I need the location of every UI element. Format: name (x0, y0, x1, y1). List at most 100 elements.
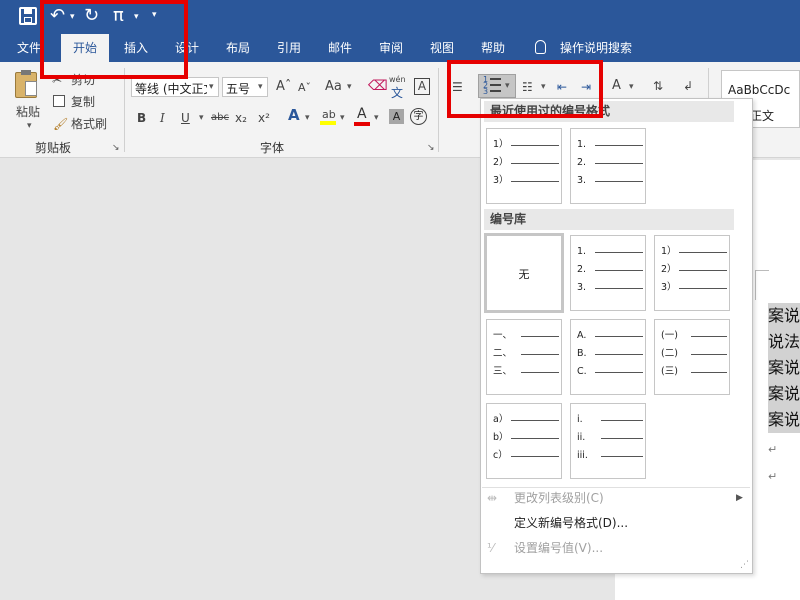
library-format-option[interactable]: (一) (二) (三) (654, 319, 730, 395)
format-painter-icon: 🖌 (53, 117, 69, 131)
save-icon[interactable] (19, 7, 37, 25)
paste-button[interactable]: 粘贴 (16, 104, 40, 120)
submenu-arrow-icon: ▶ (736, 493, 743, 503)
tab-view[interactable]: 视图 (430, 40, 454, 56)
clipboard-launcher-icon[interactable]: ↘ (112, 143, 120, 153)
marker-row: c） (493, 450, 559, 462)
phonetic-guide-icon[interactable]: wén 文 (389, 75, 409, 100)
marker-row: 2. (577, 264, 643, 276)
font-launcher-icon[interactable]: ↘ (427, 143, 435, 153)
numbering-none-option[interactable]: 无 (484, 233, 564, 313)
lightbulb-icon (535, 40, 546, 54)
library-format-option[interactable]: 一、 二、 三、 (486, 319, 562, 395)
strikethrough-button[interactable]: abc (211, 110, 229, 126)
menu-divider (482, 487, 750, 488)
doc-text-line[interactable]: 案说 (768, 407, 800, 433)
font-name-dropdown-icon[interactable]: ▾ (209, 82, 214, 92)
paste-dropdown-icon[interactable]: ▾ (27, 121, 32, 131)
marker-row: 一、 (493, 330, 559, 342)
font-size-dropdown-icon[interactable]: ▾ (258, 82, 263, 92)
define-new-format-item[interactable]: 定义新编号格式(D)... (514, 515, 628, 531)
annotation-highlight-box (40, 0, 188, 79)
annotation-highlight-box (447, 60, 603, 118)
marker-row: i. (577, 414, 643, 426)
library-format-option[interactable]: i. ii. iii. (570, 403, 646, 479)
doc-text-line[interactable]: 说法 (768, 329, 800, 355)
highlight-dropdown-icon[interactable]: ▾ (340, 113, 345, 123)
library-format-option[interactable]: a） b） c） (486, 403, 562, 479)
clear-formatting-icon[interactable]: ⌫ (368, 78, 388, 94)
tell-me-search[interactable]: 操作说明搜索 (560, 40, 632, 56)
tab-references[interactable]: 引用 (277, 40, 301, 56)
change-level-icon: ⇹ (487, 491, 498, 505)
doc-text-line[interactable]: 案说 (768, 355, 800, 381)
change-list-level-item[interactable]: 更改列表级别(C) (514, 490, 604, 506)
grow-font-icon[interactable]: Aˆ (276, 79, 291, 95)
bold-button[interactable]: B (137, 110, 146, 126)
marker-row: 3. (577, 282, 643, 294)
marker-row: (三) (661, 366, 727, 378)
font-name-value: 等线 (中文正文) (135, 82, 207, 96)
marker-row: a） (493, 414, 559, 426)
library-format-option[interactable]: 1） 2） 3） (654, 235, 730, 311)
subscript-button[interactable]: x₂ (235, 110, 247, 126)
char-border-icon[interactable]: A (414, 78, 430, 95)
highlighter-icon[interactable]: ab (320, 108, 336, 126)
underline-dropdown-icon[interactable]: ▾ (199, 113, 204, 123)
paste-icon[interactable] (15, 70, 37, 98)
tab-file[interactable]: 文件 (17, 40, 41, 56)
font-color-button[interactable]: A (354, 106, 370, 126)
library-format-option[interactable]: 1. 2. 3. (570, 235, 646, 311)
text-effects-dropdown-icon[interactable]: ▾ (305, 113, 310, 123)
recent-format-option[interactable]: 1） 2） 3） (486, 128, 562, 204)
font-name-box[interactable]: 等线 (中文正文) ▾ (131, 77, 219, 97)
marker-row: (二) (661, 348, 727, 360)
shrink-font-icon[interactable]: Aˇ (298, 80, 311, 96)
marker-row: 2） (493, 157, 559, 169)
marker-row: 二、 (493, 348, 559, 360)
change-case-icon[interactable]: Aa (325, 79, 342, 95)
marker-row: C. (577, 366, 643, 378)
italic-button[interactable]: I (160, 110, 165, 126)
set-numbering-value-item[interactable]: 设置编号值(V)... (514, 540, 603, 556)
doc-text-line[interactable]: 案说 (768, 303, 800, 329)
doc-text-line[interactable]: 案说 (768, 381, 800, 407)
library-format-option[interactable]: A. B. C. (570, 319, 646, 395)
font-size-box[interactable]: 五号 ▾ (222, 77, 268, 97)
phonetic-top: wén (389, 75, 406, 84)
enclose-char-button[interactable]: 字 (410, 108, 427, 125)
none-label: 无 (518, 268, 530, 281)
marker-row: 三、 (493, 366, 559, 378)
superscript-button[interactable]: x² (258, 110, 270, 126)
text-direction-icon[interactable]: A (612, 78, 621, 94)
copy-button[interactable]: 复制 (71, 94, 95, 110)
marker-row: b） (493, 432, 559, 444)
format-painter-button[interactable]: 格式刷 (71, 116, 107, 132)
sort-icon[interactable]: ⇅ (653, 78, 663, 94)
marker-row: B. (577, 348, 643, 360)
marker-row: 1. (577, 139, 643, 151)
tab-help[interactable]: 帮助 (481, 40, 505, 56)
text-direction-dropdown-icon[interactable]: ▾ (629, 82, 634, 92)
tab-layout[interactable]: 布局 (226, 40, 250, 56)
char-shading-button[interactable]: A (389, 109, 404, 124)
recent-format-option[interactable]: 1. 2. 3. (570, 128, 646, 204)
font-size-value: 五号 (226, 82, 251, 96)
group-separator (438, 68, 439, 152)
resize-grip-icon[interactable]: ⋰ (740, 560, 749, 570)
marker-row: 2. (577, 157, 643, 169)
font-color-dropdown-icon[interactable]: ▾ (374, 113, 379, 123)
marker-row: ii. (577, 432, 643, 444)
marker-row: 3. (577, 175, 643, 187)
marker-row: 1. (577, 246, 643, 258)
text-effects-button[interactable]: A (288, 107, 300, 123)
paragraph-mark: ↵ (768, 470, 778, 483)
change-case-dropdown-icon[interactable]: ▾ (347, 82, 352, 92)
tab-mailings[interactable]: 邮件 (328, 40, 352, 56)
underline-button[interactable]: U (181, 110, 190, 126)
tab-review[interactable]: 审阅 (379, 40, 403, 56)
group-separator (124, 68, 125, 152)
marker-row: A. (577, 330, 643, 342)
show-marks-icon[interactable]: ↲ (683, 78, 693, 94)
marker-row: 1） (493, 139, 559, 151)
